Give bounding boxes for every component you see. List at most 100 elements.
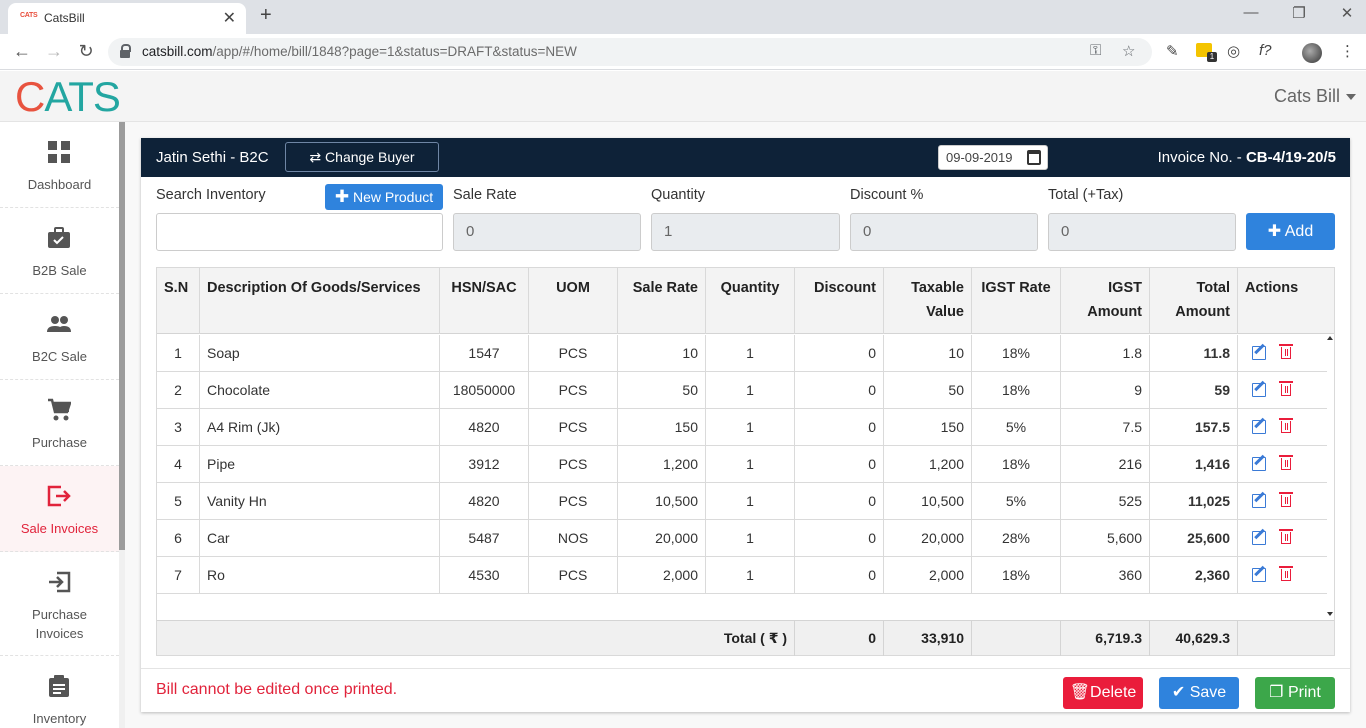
edit-icon[interactable]	[1252, 346, 1266, 360]
edit-icon[interactable]	[1252, 568, 1266, 582]
sidebar-item-b2c-sale[interactable]: B2C Sale	[0, 294, 119, 380]
minimize-icon[interactable]: —	[1242, 4, 1260, 28]
cell-igst-rate: 18%	[972, 335, 1061, 372]
cell-desc: Pipe	[200, 446, 440, 483]
row-actions	[1238, 483, 1327, 520]
sidebar-item-b2b-sale[interactable]: B2B Sale	[0, 208, 119, 294]
table-scroll-down-icon[interactable]	[1327, 612, 1333, 616]
totals-taxable: 33,910	[884, 621, 972, 656]
pen-extension-icon[interactable]: ✎	[1166, 42, 1179, 60]
browser-toolbar: ← → ↻ catsbill.com/app/#/home/bill/1848?…	[0, 34, 1366, 70]
buyer-name: Jatin Sethi - B2C	[156, 149, 269, 166]
table-totals-row: Total ( ₹ ) 0 33,910 6,719.3 40,629.3	[157, 620, 1334, 656]
cell-taxable: 2,000	[884, 557, 972, 594]
sidebar-item-sale-invoices[interactable]: Sale Invoices	[0, 466, 119, 552]
table-row: 1 Soap 1547 PCS 10 1 0 10 18% 1.8 11.8	[157, 335, 1327, 372]
address-bar[interactable]: catsbill.com/app/#/home/bill/1848?page=1…	[108, 38, 1152, 66]
table-scroll-up-icon[interactable]	[1327, 336, 1333, 340]
sidebar-item-purchase-invoices[interactable]: Purchase Invoices	[0, 552, 119, 656]
people-icon	[47, 316, 71, 332]
save-button[interactable]: ✔ Save	[1159, 677, 1239, 709]
table-row: 2 Chocolate 18050000 PCS 50 1 0 50 18% 9 59	[157, 372, 1327, 409]
total-tax-label: Total (+Tax)	[1048, 187, 1124, 203]
reload-icon[interactable]: ↻	[76, 41, 96, 62]
cell-igst-amt: 5,600	[1061, 520, 1150, 557]
cell-discount: 0	[795, 446, 884, 483]
cell-sn: 2	[157, 372, 200, 409]
sidebar-item-label: Purchase	[32, 435, 87, 450]
invoice-date-input[interactable]: 09-09-2019	[938, 145, 1048, 170]
sidebar-item-purchase[interactable]: Purchase	[0, 380, 119, 466]
back-icon[interactable]: ←	[12, 41, 32, 62]
edit-icon[interactable]	[1252, 383, 1266, 397]
delete-row-icon[interactable]	[1279, 455, 1293, 470]
sidebar-item-label: B2C Sale	[32, 349, 87, 364]
forward-icon[interactable]: →	[44, 41, 64, 62]
cell-rate: 2,000	[618, 557, 706, 594]
user-menu[interactable]: Cats Bill	[1274, 86, 1356, 107]
cell-total: 11,025	[1150, 483, 1238, 520]
delete-row-icon[interactable]	[1279, 566, 1293, 581]
sidebar-item-label: B2B Sale	[32, 263, 87, 278]
invoice-header: Jatin Sethi - B2C ⇄ Change Buyer 09-09-2…	[141, 138, 1350, 177]
edit-icon[interactable]	[1252, 457, 1266, 471]
col-total-amount: Total Amount	[1150, 268, 1238, 334]
browser-tab[interactable]: CATS CatsBill ✕	[8, 3, 246, 34]
delete-row-icon[interactable]	[1279, 344, 1293, 359]
search-inventory-input[interactable]	[156, 213, 443, 251]
col-taxable-value: Taxable Value	[884, 268, 972, 334]
restore-icon[interactable]: ❐	[1290, 4, 1308, 28]
change-buyer-button[interactable]: ⇄ Change Buyer	[285, 142, 439, 172]
print-button[interactable]: ❐ Print	[1255, 677, 1335, 709]
close-tab-icon[interactable]: ✕	[223, 8, 236, 28]
delete-button[interactable]: 🗑Delete	[1063, 677, 1143, 709]
cell-igst-rate: 28%	[972, 520, 1061, 557]
delete-row-icon[interactable]	[1279, 492, 1293, 507]
menu-kebab-icon[interactable]: ⋮	[1340, 42, 1355, 60]
cell-total: 157.5	[1150, 409, 1238, 446]
edit-icon[interactable]	[1252, 420, 1266, 434]
search-inventory-label: Search Inventory	[156, 187, 266, 203]
cell-uom: PCS	[529, 335, 618, 372]
col-sn: S.N	[157, 268, 200, 334]
edit-icon[interactable]	[1252, 494, 1266, 508]
totals-igst-amount: 6,719.3	[1061, 621, 1150, 656]
discount-input[interactable]: 0	[850, 213, 1038, 251]
sidebar-item-dashboard[interactable]: Dashboard	[0, 122, 119, 208]
cell-igst-rate: 18%	[972, 446, 1061, 483]
calendar-icon[interactable]	[1027, 150, 1041, 165]
cell-hsn: 5487	[440, 520, 529, 557]
delete-row-icon[interactable]	[1279, 418, 1293, 433]
profile-avatar[interactable]	[1302, 43, 1322, 63]
cats-logo[interactable]: CATS	[15, 74, 121, 120]
close-window-icon[interactable]: ✕	[1338, 4, 1356, 28]
notes-extension-icon[interactable]: 1	[1196, 43, 1217, 62]
totals-discount: 0	[795, 621, 884, 656]
new-product-button[interactable]: ✚ New Product	[325, 184, 443, 210]
star-icon[interactable]: ☆	[1122, 42, 1135, 60]
add-item-button[interactable]: ✚ Add	[1246, 213, 1335, 250]
cell-qty: 1	[706, 483, 795, 520]
cell-uom: PCS	[529, 557, 618, 594]
sidebar-item-label: Purchase	[32, 607, 87, 622]
plus-icon: ✚	[1267, 223, 1282, 240]
function-extension-icon[interactable]: f?	[1259, 42, 1272, 59]
sale-rate-input[interactable]: 0	[453, 213, 641, 251]
swirl-extension-icon[interactable]: ◎	[1227, 42, 1240, 60]
cell-hsn: 1547	[440, 335, 529, 372]
edit-icon[interactable]	[1252, 531, 1266, 545]
quantity-input[interactable]: 1	[651, 213, 840, 251]
row-actions	[1238, 372, 1327, 409]
new-tab-icon[interactable]: +	[260, 4, 272, 27]
total-tax-input[interactable]: 0	[1048, 213, 1236, 251]
lock-icon[interactable]	[120, 44, 131, 58]
cell-sn: 5	[157, 483, 200, 520]
delete-row-icon[interactable]	[1279, 381, 1293, 396]
cell-taxable: 1,200	[884, 446, 972, 483]
sidebar-item-inventory[interactable]: Inventory	[0, 656, 119, 728]
main-content: Jatin Sethi - B2C ⇄ Change Buyer 09-09-2…	[125, 122, 1366, 728]
key-icon[interactable]: ⚿	[1090, 42, 1101, 59]
delete-row-icon[interactable]	[1279, 529, 1293, 544]
cell-hsn: 18050000	[440, 372, 529, 409]
totals-igst-rate-empty	[972, 621, 1061, 656]
